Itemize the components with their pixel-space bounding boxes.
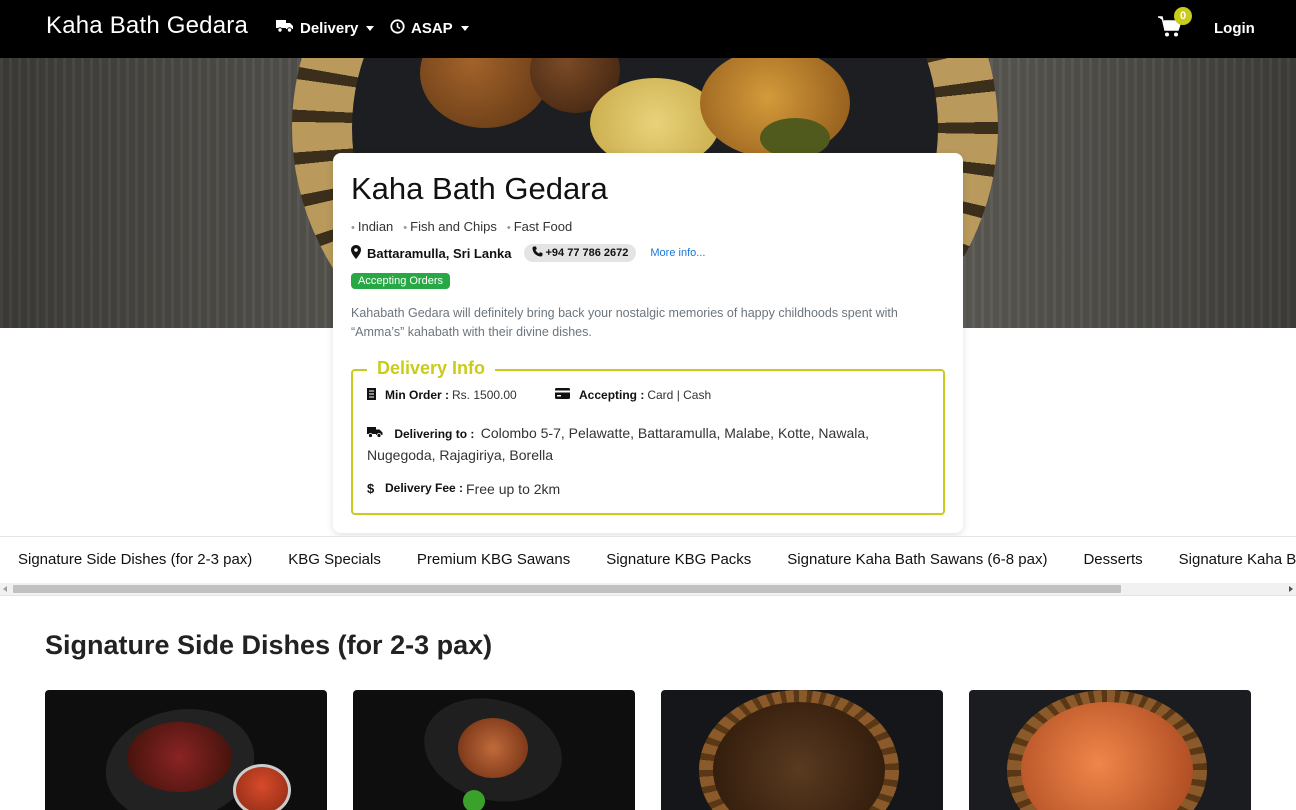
clock-icon <box>390 19 405 38</box>
cart-count-badge: 0 <box>1174 7 1192 25</box>
map-pin-icon <box>351 244 361 262</box>
location-row: Battaramulla, Sri Lanka +94 77 786 2672 … <box>351 244 705 262</box>
delivery-fee-row: $ Delivery Fee : Free up to 2km <box>367 481 560 497</box>
dish-image <box>127 722 232 792</box>
login-link[interactable]: Login <box>1214 20 1255 37</box>
delivery-fee-value: Free up to 2km <box>466 481 561 497</box>
category-tabs: Signature Side Dishes (for 2-3 pax) KBG … <box>18 551 1296 568</box>
accepting-label: Accepting : <box>579 388 645 402</box>
category-tab[interactable]: Signature Kaha Bath Sawans <box>1179 551 1296 568</box>
dish-card[interactable] <box>969 690 1251 810</box>
category-tab[interactable]: Premium KBG Sawans <box>417 551 570 568</box>
category-tab[interactable]: Desserts <box>1083 551 1142 568</box>
scroll-left-arrow-icon[interactable] <box>3 586 7 592</box>
min-order-row: Min Order : Rs. 1500.00 <box>367 388 517 402</box>
min-order-value: Rs. 1500.00 <box>452 388 517 402</box>
credit-card-icon <box>555 388 577 399</box>
min-order-label: Min Order : <box>385 388 450 402</box>
category-tab[interactable]: Signature Kaha Bath Sawans (6-8 pax) <box>787 551 1047 568</box>
dish-image <box>463 790 485 810</box>
location: Battaramulla, Sri Lanka <box>351 244 512 262</box>
cuisine-tag: Indian <box>351 219 393 234</box>
more-info-link[interactable]: More info... <box>650 247 705 259</box>
scrollbar-thumb[interactable] <box>13 585 1121 593</box>
cuisine-tag: Fast Food <box>507 219 573 234</box>
horizontal-scrollbar[interactable] <box>0 583 1296 595</box>
hero-food-greens <box>760 118 830 158</box>
delivery-info-title: Delivery Info <box>367 358 496 379</box>
delivering-to-label: Delivering to : <box>394 427 475 441</box>
truck-icon <box>367 426 389 438</box>
phone-badge[interactable]: +94 77 786 2672 <box>523 244 637 262</box>
navbar: Kaha Bath Gedara Delivery ASAP 0 Login <box>0 0 1296 58</box>
accepting-value: Card | Cash <box>647 388 712 402</box>
delivery-time-dropdown[interactable]: ASAP <box>390 19 469 38</box>
cuisine-list: Indian Fish and Chips Fast Food <box>351 219 572 234</box>
delivery-info-box: Delivery Info Min Order : Rs. 1500.00 Ac… <box>351 358 945 515</box>
cuisine-tag: Fish and Chips <box>403 219 497 234</box>
restaurant-name: Kaha Bath Gedara <box>351 171 608 206</box>
chevron-down-icon <box>460 26 469 31</box>
phone-icon <box>532 246 543 260</box>
delivery-fee-label: Delivery Fee : <box>385 481 464 495</box>
category-tab[interactable]: KBG Specials <box>288 551 381 568</box>
dish-card[interactable] <box>353 690 635 810</box>
location-text: Battaramulla, Sri Lanka <box>367 245 512 261</box>
dish-image <box>458 718 528 778</box>
section-title: Signature Side Dishes (for 2-3 pax) <box>45 630 493 660</box>
category-tab[interactable]: Signature Side Dishes (for 2-3 pax) <box>18 551 252 568</box>
scroll-right-arrow-icon[interactable] <box>1289 586 1293 592</box>
restaurant-info-card: Kaha Bath Gedara Indian Fish and Chips F… <box>333 153 963 533</box>
accepting-row: Accepting : Card | Cash <box>555 388 711 402</box>
dish-image <box>233 764 291 810</box>
delivering-to-row: Delivering to : Colombo 5-7, Pelawatte, … <box>367 423 927 467</box>
category-tab-bar: Signature Side Dishes (for 2-3 pax) KBG … <box>0 536 1296 596</box>
restaurant-description: Kahabath Gedara will definitely bring ba… <box>351 306 898 339</box>
category-tab[interactable]: Signature KBG Packs <box>606 551 751 568</box>
delivery-mode-dropdown[interactable]: Delivery <box>276 19 375 37</box>
brand-logo[interactable]: Kaha Bath Gedara <box>46 12 248 40</box>
dish-card[interactable] <box>661 690 943 810</box>
receipt-icon <box>367 388 383 400</box>
delivery-mode-label: Delivery <box>300 19 359 37</box>
status-badge: Accepting Orders <box>351 273 450 289</box>
dish-card[interactable] <box>45 690 327 810</box>
chevron-down-icon <box>366 25 375 31</box>
dollar-icon: $ <box>367 481 375 496</box>
delivery-time-label: ASAP <box>411 20 453 37</box>
truck-icon <box>276 19 294 37</box>
phone-number: +94 77 786 2672 <box>545 247 629 259</box>
